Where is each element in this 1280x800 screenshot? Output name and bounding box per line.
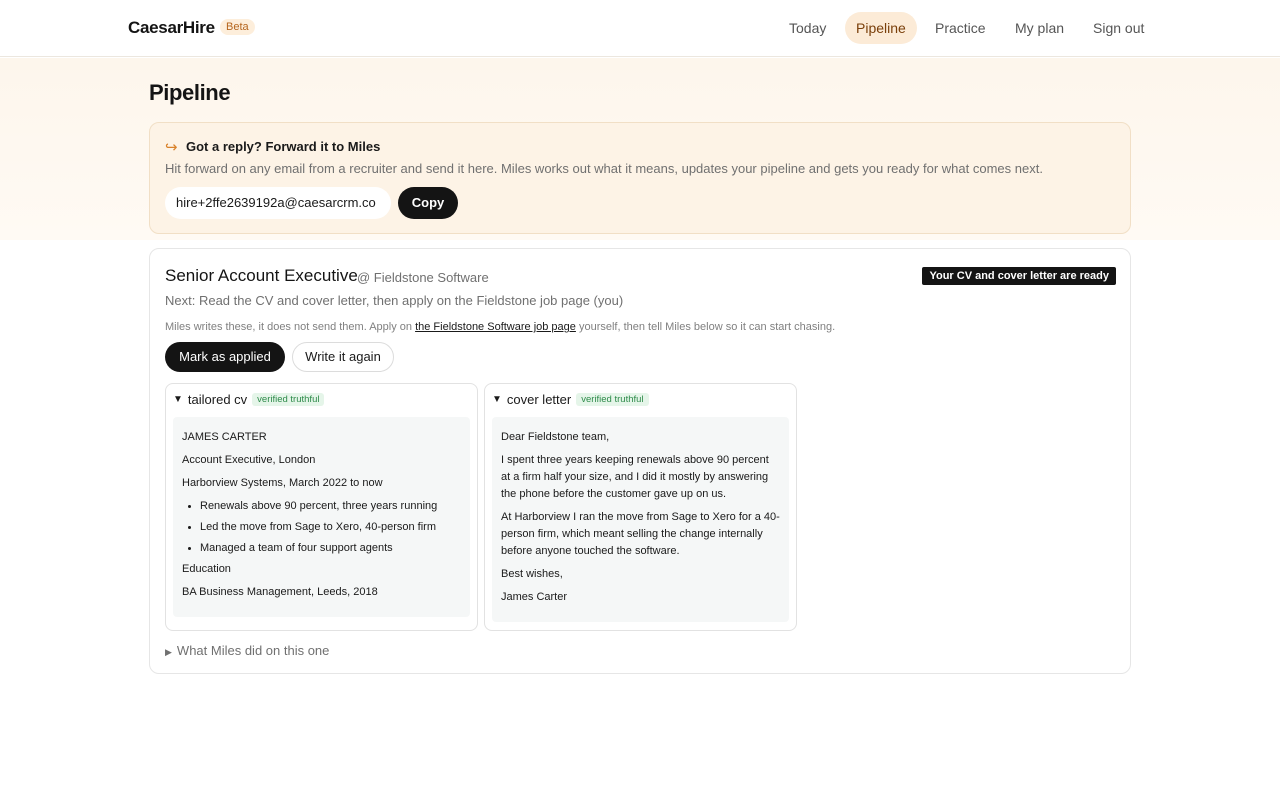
triangle-down-icon: ▼ (492, 394, 502, 405)
job-card: Senior Account Executive @ Fieldstone So… (149, 248, 1131, 674)
list-item: Managed a team of four support agents (200, 540, 461, 557)
letter-paragraph: I spent three years keeping renewals abo… (501, 454, 769, 500)
list-item: Renewals above 90 percent, three years r… (200, 498, 461, 515)
cv-role: Account Executive, London (182, 454, 316, 466)
forward-email-address[interactable]: hire+2ffe2639192a@caesarcrm.co (165, 187, 391, 219)
cover-letter-content: Dear Fieldstone team, I spent three year… (492, 417, 789, 622)
list-item: Led the move from Sage to Xero, 40-perso… (200, 519, 461, 536)
status-badge: Your CV and cover letter are ready (922, 267, 1116, 285)
triangle-right-icon: ▶ (165, 647, 172, 657)
forward-arrow-icon: ↪ (165, 139, 178, 156)
cv-employer: Harborview Systems, March 2022 to now (182, 477, 383, 489)
apply-note: Miles writes these, it does not send the… (165, 321, 835, 333)
top-bar: CaesarHire Beta Today Pipeline Practice … (0, 0, 1280, 57)
job-page-link[interactable]: the Fieldstone Software job page (415, 321, 576, 333)
nav-today[interactable]: Today (778, 12, 837, 44)
triangle-down-icon: ▼ (173, 394, 183, 405)
copy-email-button[interactable]: Copy (398, 187, 458, 219)
verified-badge: verified truthful (576, 393, 649, 406)
nav-pipeline[interactable]: Pipeline (845, 12, 917, 44)
cv-toggle[interactable]: ▼ tailored cv verified truthful (173, 392, 325, 407)
forward-email-card: ↪ Got a reply? Forward it to Miles Hit f… (149, 122, 1131, 234)
cover-letter-panel: ▼ cover letter verified truthful Dear Fi… (484, 383, 797, 631)
cv-name: JAMES CARTER (182, 431, 267, 443)
beta-badge: Beta (220, 19, 255, 35)
job-company: @ Fieldstone Software (357, 270, 489, 285)
nav-practice[interactable]: Practice (924, 12, 997, 44)
cv-education-heading: Education (182, 563, 231, 575)
letter-greeting: Dear Fieldstone team, (501, 431, 610, 443)
job-title: Senior Account Executive (165, 266, 358, 285)
cover-letter-label: cover letter (506, 392, 572, 407)
forward-card-title: Got a reply? Forward it to Miles (186, 139, 381, 154)
forward-card-description: Hit forward on any email from a recruite… (165, 161, 1043, 176)
verified-badge: verified truthful (252, 393, 325, 406)
letter-signoff: Best wishes, (501, 568, 563, 580)
tailored-cv-panel: ▼ tailored cv verified truthful JAMES CA… (165, 383, 478, 631)
cover-letter-toggle[interactable]: ▼ cover letter verified truthful (492, 392, 649, 407)
cv-label: tailored cv (187, 392, 248, 407)
letter-signature: James Carter (501, 591, 568, 603)
apply-note-text: Miles writes these, it does not send the… (165, 321, 416, 333)
mark-as-applied-button[interactable]: Mark as applied (165, 342, 285, 372)
what-miles-did-label: What Miles did on this one (176, 643, 330, 658)
brand-logo[interactable]: CaesarHire (128, 18, 215, 38)
page-title: Pipeline (149, 80, 231, 105)
next-step-text: Next: Read the CV and cover letter, then… (165, 293, 624, 308)
nav-sign-out[interactable]: Sign out (1082, 12, 1155, 44)
cv-content: JAMES CARTER Account Executive, London H… (173, 417, 470, 617)
letter-paragraph: At Harborview I ran the move from Sage t… (501, 511, 780, 557)
apply-note-text-end: yourself, then tell Miles below so it ca… (575, 321, 836, 333)
nav-my-plan[interactable]: My plan (1004, 12, 1075, 44)
cv-bullets: Renewals above 90 percent, three years r… (200, 498, 461, 557)
cv-education: BA Business Management, Leeds, 2018 (182, 586, 378, 598)
what-miles-did-toggle[interactable]: ▶ What Miles did on this one (165, 643, 329, 658)
write-it-again-button[interactable]: Write it again (292, 342, 394, 372)
